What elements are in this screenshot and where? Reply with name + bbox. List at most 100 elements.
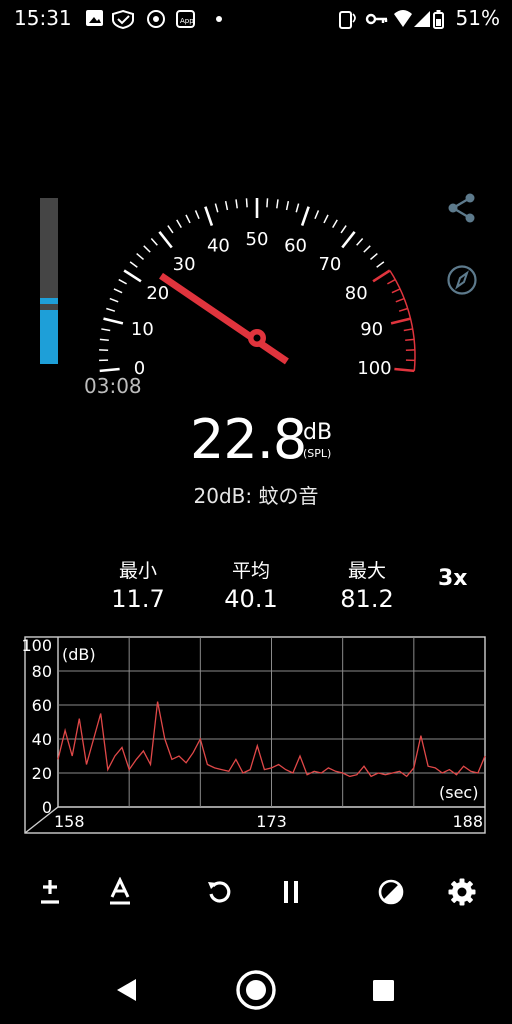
a-weighting-icon xyxy=(110,877,130,905)
stat-max-label: 最大 xyxy=(347,560,386,582)
stat-min: 最小 11.7 xyxy=(78,556,198,613)
back-icon[interactable] xyxy=(114,977,140,1003)
graph-grid xyxy=(58,637,485,807)
graph-y-tick-label: 100 xyxy=(21,636,52,655)
gauge-tick xyxy=(101,328,111,332)
gauge-scale-label: 90 xyxy=(360,319,383,340)
stat-max: 最大 81.2 xyxy=(307,556,427,613)
gauge-tick xyxy=(185,214,191,224)
graph-y-tick-label: 40 xyxy=(32,730,52,749)
pause-button[interactable] xyxy=(271,872,311,912)
graph-y-tick-label: 60 xyxy=(32,696,52,715)
gauge-tick xyxy=(99,338,109,342)
gauge-tick xyxy=(340,225,347,234)
stat-avg-value: 40.1 xyxy=(224,585,278,613)
gauge-tick xyxy=(150,238,158,246)
gauge-tick xyxy=(285,200,290,211)
gauge-tick xyxy=(194,210,200,220)
plus-minus-icon xyxy=(41,880,59,904)
noise-reference: 20dB: 蚊の音 xyxy=(193,484,319,508)
gauge-tick xyxy=(158,230,173,249)
gauge-tick xyxy=(224,200,229,211)
gauge-tick xyxy=(143,245,151,253)
stat-min-label: 最小 xyxy=(118,560,157,582)
gauge-tick xyxy=(398,307,408,312)
more-dot-icon xyxy=(216,16,222,22)
gauge-tick xyxy=(332,219,338,229)
navigation-bar xyxy=(0,955,512,1024)
gear-icon xyxy=(448,878,476,906)
calibrate-button[interactable] xyxy=(30,872,70,912)
db-reading-unit: dB xyxy=(303,420,333,445)
gauge-tick xyxy=(99,367,120,373)
graph-x-unit: (sec) xyxy=(439,783,478,802)
speed-button[interactable]: 3x xyxy=(438,566,468,591)
reset-button[interactable] xyxy=(200,872,240,912)
contrast-icon xyxy=(378,879,404,905)
gauge-scale-label: 60 xyxy=(284,235,307,256)
key-icon xyxy=(365,13,377,25)
gauge-tick xyxy=(103,317,124,325)
graph-y-unit: (dB) xyxy=(62,645,96,664)
wifi-icon xyxy=(394,10,412,27)
graph-x-tick-label: 188 xyxy=(452,812,483,831)
db-reading-spl: (SPL) xyxy=(303,447,332,460)
gauge-tick xyxy=(356,238,364,246)
gauge-tick xyxy=(129,261,138,268)
gauge-tick xyxy=(376,261,385,268)
gauge-tick xyxy=(323,214,329,224)
stat-max-value: 81.2 xyxy=(340,585,394,613)
gauge-scale-label: 80 xyxy=(345,283,368,304)
sound-level-gauge: 010203040 50 60708090100 xyxy=(99,198,416,379)
recents-icon[interactable] xyxy=(372,979,396,1003)
gauge-tick xyxy=(395,297,405,303)
gauge-tick xyxy=(167,225,174,234)
stat-avg: 平均 40.1 xyxy=(191,556,311,613)
shield-icon xyxy=(112,9,134,29)
gauge-scale-label: 100 xyxy=(357,358,391,379)
notification-icons: App xyxy=(86,9,222,29)
gauge-tick xyxy=(295,203,300,213)
graph-x-tick-label: 158 xyxy=(54,812,85,831)
gauge-scale-labels: 010203040 50 60708090100 xyxy=(131,229,392,379)
gauge-tick xyxy=(204,206,214,227)
signal-icon xyxy=(414,11,430,27)
gauge-tick xyxy=(276,199,279,209)
gauge-tick xyxy=(372,269,391,283)
system-icons xyxy=(339,10,444,29)
gauge-tick xyxy=(136,253,145,261)
settings-button[interactable] xyxy=(442,872,482,912)
graph-y-tick-label: 20 xyxy=(32,764,52,783)
gauge-tick xyxy=(266,198,269,208)
home-icon[interactable] xyxy=(234,968,278,1012)
theme-button[interactable] xyxy=(371,872,411,912)
gauge-tick xyxy=(394,367,415,373)
battery-percent: 51% xyxy=(455,6,500,30)
history-graph: 100 80 60 40 20 0 158 173 188 (dB) (sec) xyxy=(21,636,486,834)
gauge-tick xyxy=(363,245,371,253)
status-bar: 15:31 App 51% xyxy=(0,0,512,38)
gauge-tick xyxy=(214,203,219,213)
graph-y-tick-labels: 100 80 60 40 20 0 xyxy=(21,636,52,817)
pause-icon xyxy=(284,881,298,903)
graph-y-tick-label: 0 xyxy=(42,798,52,817)
gauge-tick xyxy=(369,253,378,261)
elapsed-time: 03:08 xyxy=(84,374,142,398)
graph-x-tick-label: 173 xyxy=(256,812,287,831)
gauge-tick xyxy=(390,317,411,325)
gauge-tick xyxy=(106,307,116,312)
gauge-tick xyxy=(300,206,310,227)
reset-icon xyxy=(208,881,231,903)
gauge-tick xyxy=(403,328,413,332)
gauge-scale-label: 70 xyxy=(318,254,341,275)
gauge-tick xyxy=(123,269,142,283)
gauge-tick xyxy=(391,288,401,294)
weighting-button[interactable] xyxy=(100,872,140,912)
gauge-scale-label: 40 xyxy=(207,235,230,256)
gauge-tick xyxy=(118,278,127,285)
svg-text:App: App xyxy=(180,17,194,25)
gauge-tick xyxy=(235,199,238,209)
db-reading-value: 22.8 xyxy=(190,408,307,471)
gauge-tick xyxy=(113,288,123,294)
gauge-tick xyxy=(405,338,415,342)
